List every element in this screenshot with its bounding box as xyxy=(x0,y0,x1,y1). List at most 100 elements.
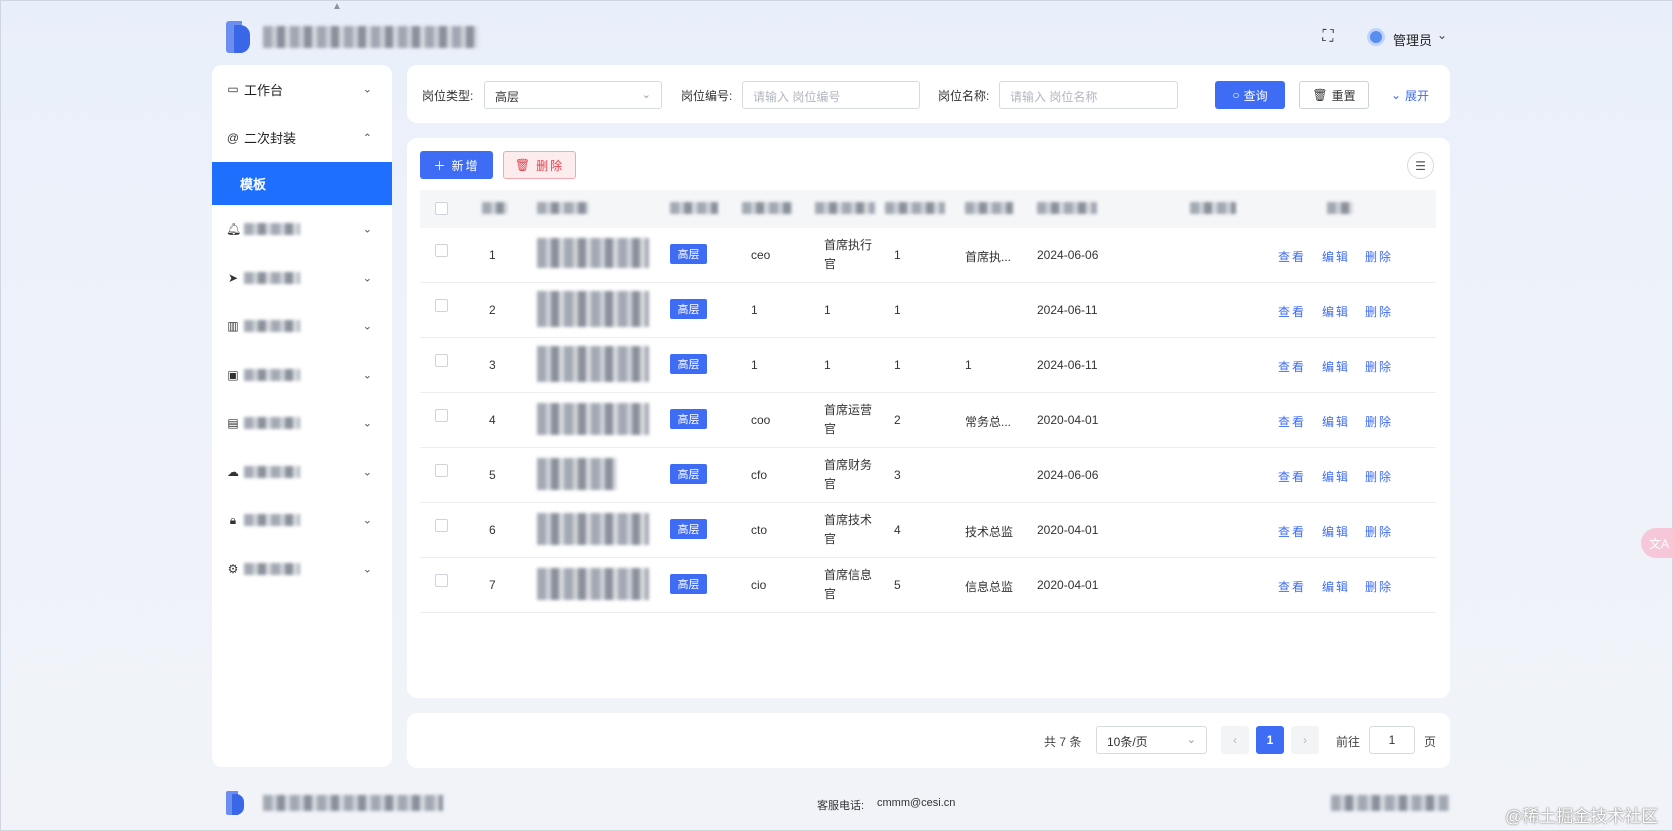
goto-page-input[interactable]: 1 xyxy=(1369,726,1415,754)
header-redacted xyxy=(1037,202,1097,214)
code-label: 岗位编号: xyxy=(681,89,733,103)
row-checkbox[interactable] xyxy=(435,299,448,312)
document-icon: ▤ xyxy=(227,416,239,431)
code-input[interactable]: 请输入 岗位编号 xyxy=(742,81,920,109)
name-input[interactable]: 请输入 岗位名称 xyxy=(999,81,1178,109)
prev-page-button[interactable]: ‹ xyxy=(1221,726,1249,754)
view-link[interactable]: 查看 xyxy=(1278,413,1306,430)
delete-link[interactable]: 删除 xyxy=(1365,523,1393,540)
status-badge: 高层 xyxy=(670,354,707,374)
sidebar-item-notifications[interactable]: 🔔︎ ⌄ xyxy=(212,205,392,254)
sidebar-item-label: 二次封装 xyxy=(244,131,297,147)
sidebar-item-cloud[interactable]: ☁ ⌄ xyxy=(212,448,392,497)
delete-link[interactable]: 删除 xyxy=(1365,358,1393,375)
gear-icon: ⚙ xyxy=(227,561,239,576)
edit-link[interactable]: 编辑 xyxy=(1322,523,1350,540)
view-link[interactable]: 查看 xyxy=(1278,358,1306,375)
view-link[interactable]: 查看 xyxy=(1278,523,1306,540)
page-number-current[interactable]: 1 xyxy=(1256,726,1284,754)
reset-button-label: 重置 xyxy=(1331,88,1356,103)
edit-link[interactable]: 编辑 xyxy=(1322,248,1350,265)
edit-link[interactable]: 编辑 xyxy=(1322,358,1350,375)
page-size-select[interactable]: 10条/页 ⌄ xyxy=(1096,726,1207,754)
send-icon: ➤ xyxy=(227,270,239,285)
cell-sort: 4 xyxy=(894,523,901,537)
delete-link[interactable]: 删除 xyxy=(1365,468,1393,485)
cell-redacted xyxy=(537,403,649,435)
edit-link[interactable]: 编辑 xyxy=(1322,413,1350,430)
chevron-right-icon: › xyxy=(1303,733,1307,747)
sidebar-item-send[interactable]: ➤ ⌄ xyxy=(212,254,392,303)
search-button[interactable]: ○ 查询 xyxy=(1215,81,1285,109)
avatar[interactable] xyxy=(1367,28,1385,46)
sidebar-item-wrapper[interactable]: @ 二次封装 ⌃ xyxy=(212,114,392,163)
cell-name: 首席技术官 xyxy=(824,513,873,546)
sidebar-label-redacted xyxy=(244,417,300,430)
row-checkbox[interactable] xyxy=(435,244,448,257)
plus-icon: ＋ xyxy=(433,158,448,173)
header-redacted xyxy=(670,202,718,214)
cell-index: 2 xyxy=(489,303,496,317)
cell-sort: 1 xyxy=(894,303,901,317)
delete-link[interactable]: 删除 xyxy=(1365,413,1393,430)
trash-icon: 🗑︎ xyxy=(1312,88,1328,102)
sidebar-item-charts[interactable]: ▥ ⌄ xyxy=(212,302,392,351)
row-checkbox[interactable] xyxy=(435,519,448,532)
view-link[interactable]: 查看 xyxy=(1278,248,1306,265)
chevron-down-icon[interactable]: ⌄ xyxy=(1437,28,1447,42)
edit-link[interactable]: 编辑 xyxy=(1322,303,1350,320)
view-link[interactable]: 查看 xyxy=(1278,468,1306,485)
edit-link[interactable]: 编辑 xyxy=(1322,468,1350,485)
sidebar-item-workbench[interactable]: ▭ 工作台 ⌄ xyxy=(212,65,392,114)
header-redacted xyxy=(482,202,508,214)
bell-icon: 🔔︎ xyxy=(226,222,242,237)
sliders-icon: ☰ xyxy=(1415,158,1426,173)
expand-button[interactable]: ⌄ 展开 xyxy=(1385,81,1435,109)
type-label: 岗位类型: xyxy=(422,89,474,103)
sidebar-item-documents[interactable]: ▤ ⌄ xyxy=(212,399,392,448)
cell-index: 4 xyxy=(489,413,496,427)
view-link[interactable]: 查看 xyxy=(1278,578,1306,595)
chevron-down-icon: ⌄ xyxy=(362,272,372,285)
status-badge: 高层 xyxy=(670,464,707,484)
batch-delete-button[interactable]: 🗑︎ 删除 xyxy=(503,151,576,179)
delete-link[interactable]: 删除 xyxy=(1365,248,1393,265)
sidebar-item-settings[interactable]: ⚙ ⌄ xyxy=(212,545,392,594)
cell-date: 2020-04-01 xyxy=(1037,413,1099,427)
app-logo[interactable] xyxy=(226,21,250,53)
row-checkbox[interactable] xyxy=(435,409,448,422)
sidebar-item-wallet[interactable]: ▣ ⌄ xyxy=(212,351,392,400)
header-redacted xyxy=(885,202,945,214)
translate-icon[interactable]: 文A xyxy=(1641,528,1673,558)
cell-code: cto xyxy=(751,523,768,537)
add-button[interactable]: ＋ 新增 xyxy=(420,151,493,179)
edit-link[interactable]: 编辑 xyxy=(1322,578,1350,595)
row-checkbox[interactable] xyxy=(435,574,448,587)
trash-icon: 🗑︎ xyxy=(514,158,533,172)
column-settings-button[interactable]: ☰ xyxy=(1407,152,1434,179)
next-page-button[interactable]: › xyxy=(1291,726,1319,754)
chevron-down-icon: ⌄ xyxy=(362,563,372,576)
type-select[interactable]: 高层 ⌄ xyxy=(484,81,662,109)
status-badge: 高层 xyxy=(670,574,707,594)
table-row: 2 高层 1 1 1 2024-06-11 查看 编辑 删除 xyxy=(420,283,1436,338)
footer-text-redacted xyxy=(263,795,443,811)
view-link[interactable]: 查看 xyxy=(1278,303,1306,320)
cell-date: 2020-04-01 xyxy=(1037,578,1099,592)
fullscreen-icon[interactable]: ⛶ xyxy=(1319,28,1337,46)
row-checkbox[interactable] xyxy=(435,464,448,477)
at-circle-icon: @ xyxy=(226,130,240,145)
reset-button[interactable]: 🗑︎ 重置 xyxy=(1299,81,1369,109)
status-badge: 高层 xyxy=(670,244,707,264)
sidebar-subitem-template[interactable]: 模板 xyxy=(212,162,392,205)
cell-code: 1 xyxy=(751,303,758,317)
table-row: 1 高层 ceo 首席执行官 1 首席执... 2024-06-06 查看 编辑… xyxy=(420,228,1436,283)
delete-link[interactable]: 删除 xyxy=(1365,578,1393,595)
cell-redacted xyxy=(537,346,649,382)
delete-link[interactable]: 删除 xyxy=(1365,303,1393,320)
row-checkbox[interactable] xyxy=(435,354,448,367)
sidebar-item-security[interactable]: 🔒︎ ⌄ xyxy=(212,496,392,545)
admin-name[interactable]: 管理员 xyxy=(1393,30,1432,49)
select-all-checkbox[interactable] xyxy=(435,202,448,215)
header-redacted xyxy=(1327,202,1353,214)
